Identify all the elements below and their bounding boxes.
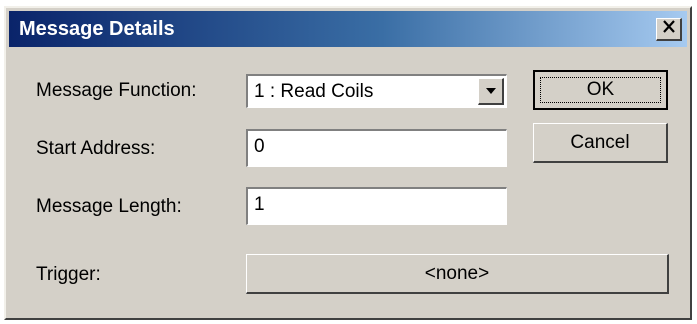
trigger-label: Trigger: bbox=[36, 264, 101, 285]
cancel-button[interactable]: Cancel bbox=[533, 123, 668, 163]
window-title: Message Details bbox=[19, 18, 175, 40]
start-address-input[interactable] bbox=[254, 136, 494, 158]
dropdown-button[interactable] bbox=[478, 78, 504, 105]
chevron-down-icon bbox=[485, 82, 497, 100]
message-function-select[interactable]: 1 : Read Coils bbox=[246, 74, 507, 108]
start-address-field[interactable] bbox=[246, 129, 507, 167]
start-address-label: Start Address: bbox=[36, 138, 156, 159]
message-function-label: Message Function: bbox=[36, 80, 197, 101]
title-bar: Message Details bbox=[9, 11, 687, 47]
message-function-value: 1 : Read Coils bbox=[254, 81, 374, 102]
message-details-dialog: Message Details Message Function: 1 : Re… bbox=[4, 6, 692, 320]
focus-rectangle bbox=[540, 77, 661, 103]
trigger-button[interactable]: <none> bbox=[246, 254, 669, 294]
close-icon bbox=[662, 20, 676, 38]
message-length-input[interactable] bbox=[254, 194, 494, 216]
message-length-label: Message Length: bbox=[36, 196, 182, 217]
message-length-field[interactable] bbox=[246, 187, 507, 225]
ok-button[interactable]: OK bbox=[533, 70, 668, 110]
close-button[interactable] bbox=[656, 18, 682, 41]
